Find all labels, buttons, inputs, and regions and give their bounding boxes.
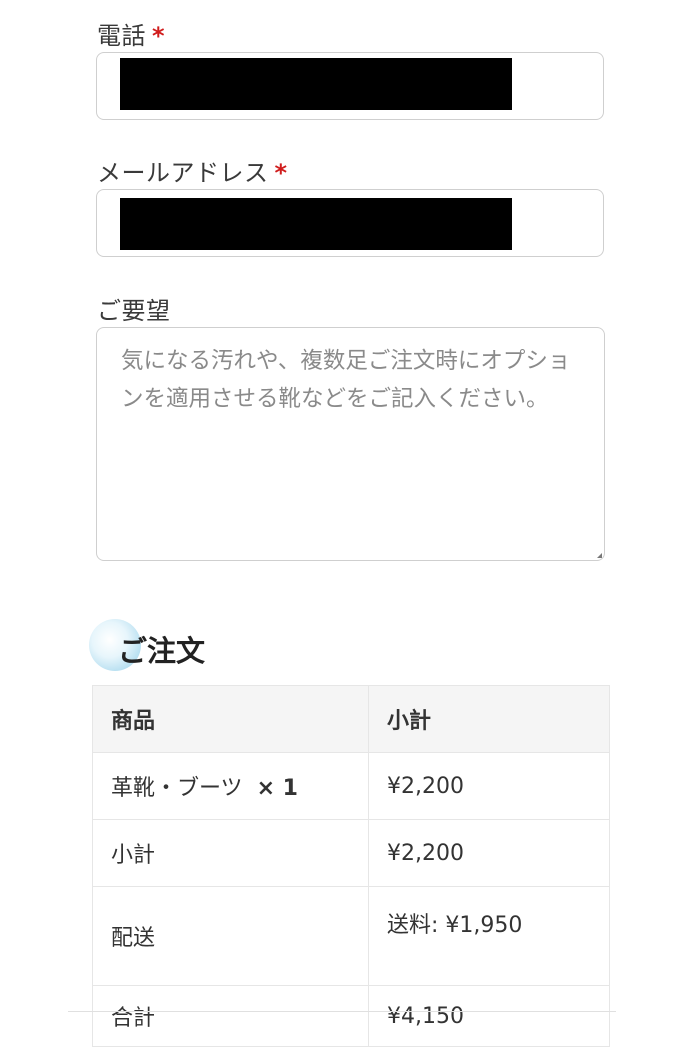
request-placeholder: 気になる汚れや、複数足ご注文時にオプションを適用させる靴などをご記入ください。 — [121, 348, 571, 412]
required-mark: * — [274, 159, 288, 187]
email-input[interactable] — [96, 189, 604, 257]
request-textarea[interactable]: 気になる汚れや、複数足ご注文時にオプションを適用させる靴などをご記入ください。 — [96, 327, 605, 561]
resize-handle[interactable] — [597, 553, 602, 558]
phone-label: 電話 * — [97, 16, 165, 51]
table-row: 合計 ¥4,150 — [92, 985, 610, 1047]
table-row: 配送 送料: ¥1,950 — [92, 886, 610, 986]
item-qty: × 1 — [256, 776, 298, 801]
total-value: ¥4,150 — [368, 985, 610, 1047]
order-table: 商品 小計 革靴・ブーツ × 1 ¥2,200 小計 ¥2,200 配送 送料: … — [92, 685, 610, 1047]
table-row: 小計 ¥2,200 — [92, 819, 610, 887]
header-subtotal: 小計 — [368, 685, 610, 753]
subtotal-value: ¥2,200 — [368, 819, 610, 887]
redacted-value — [120, 198, 512, 250]
item-name: 革靴・ブーツ — [111, 776, 243, 801]
item-cell: 革靴・ブーツ × 1 — [92, 752, 369, 820]
item-price: ¥2,200 — [368, 752, 610, 820]
email-label-text: メールアドレス — [97, 159, 269, 187]
total-label: 合計 — [92, 985, 369, 1047]
header-product: 商品 — [92, 685, 369, 753]
phone-label-text: 電話 — [97, 22, 146, 50]
shipping-value: 送料: ¥1,950 — [368, 886, 610, 986]
required-mark: * — [152, 22, 166, 50]
order-title: ご注文 — [118, 634, 206, 668]
redacted-value — [120, 58, 512, 110]
request-label: ご要望 — [97, 297, 171, 325]
subtotal-label: 小計 — [92, 819, 369, 887]
phone-input[interactable] — [96, 52, 604, 120]
table-row: 革靴・ブーツ × 1 ¥2,200 — [92, 752, 610, 820]
shipping-label: 配送 — [92, 886, 369, 986]
table-header-row: 商品 小計 — [92, 685, 610, 753]
email-label: メールアドレス * — [97, 153, 288, 188]
divider — [68, 1011, 616, 1012]
